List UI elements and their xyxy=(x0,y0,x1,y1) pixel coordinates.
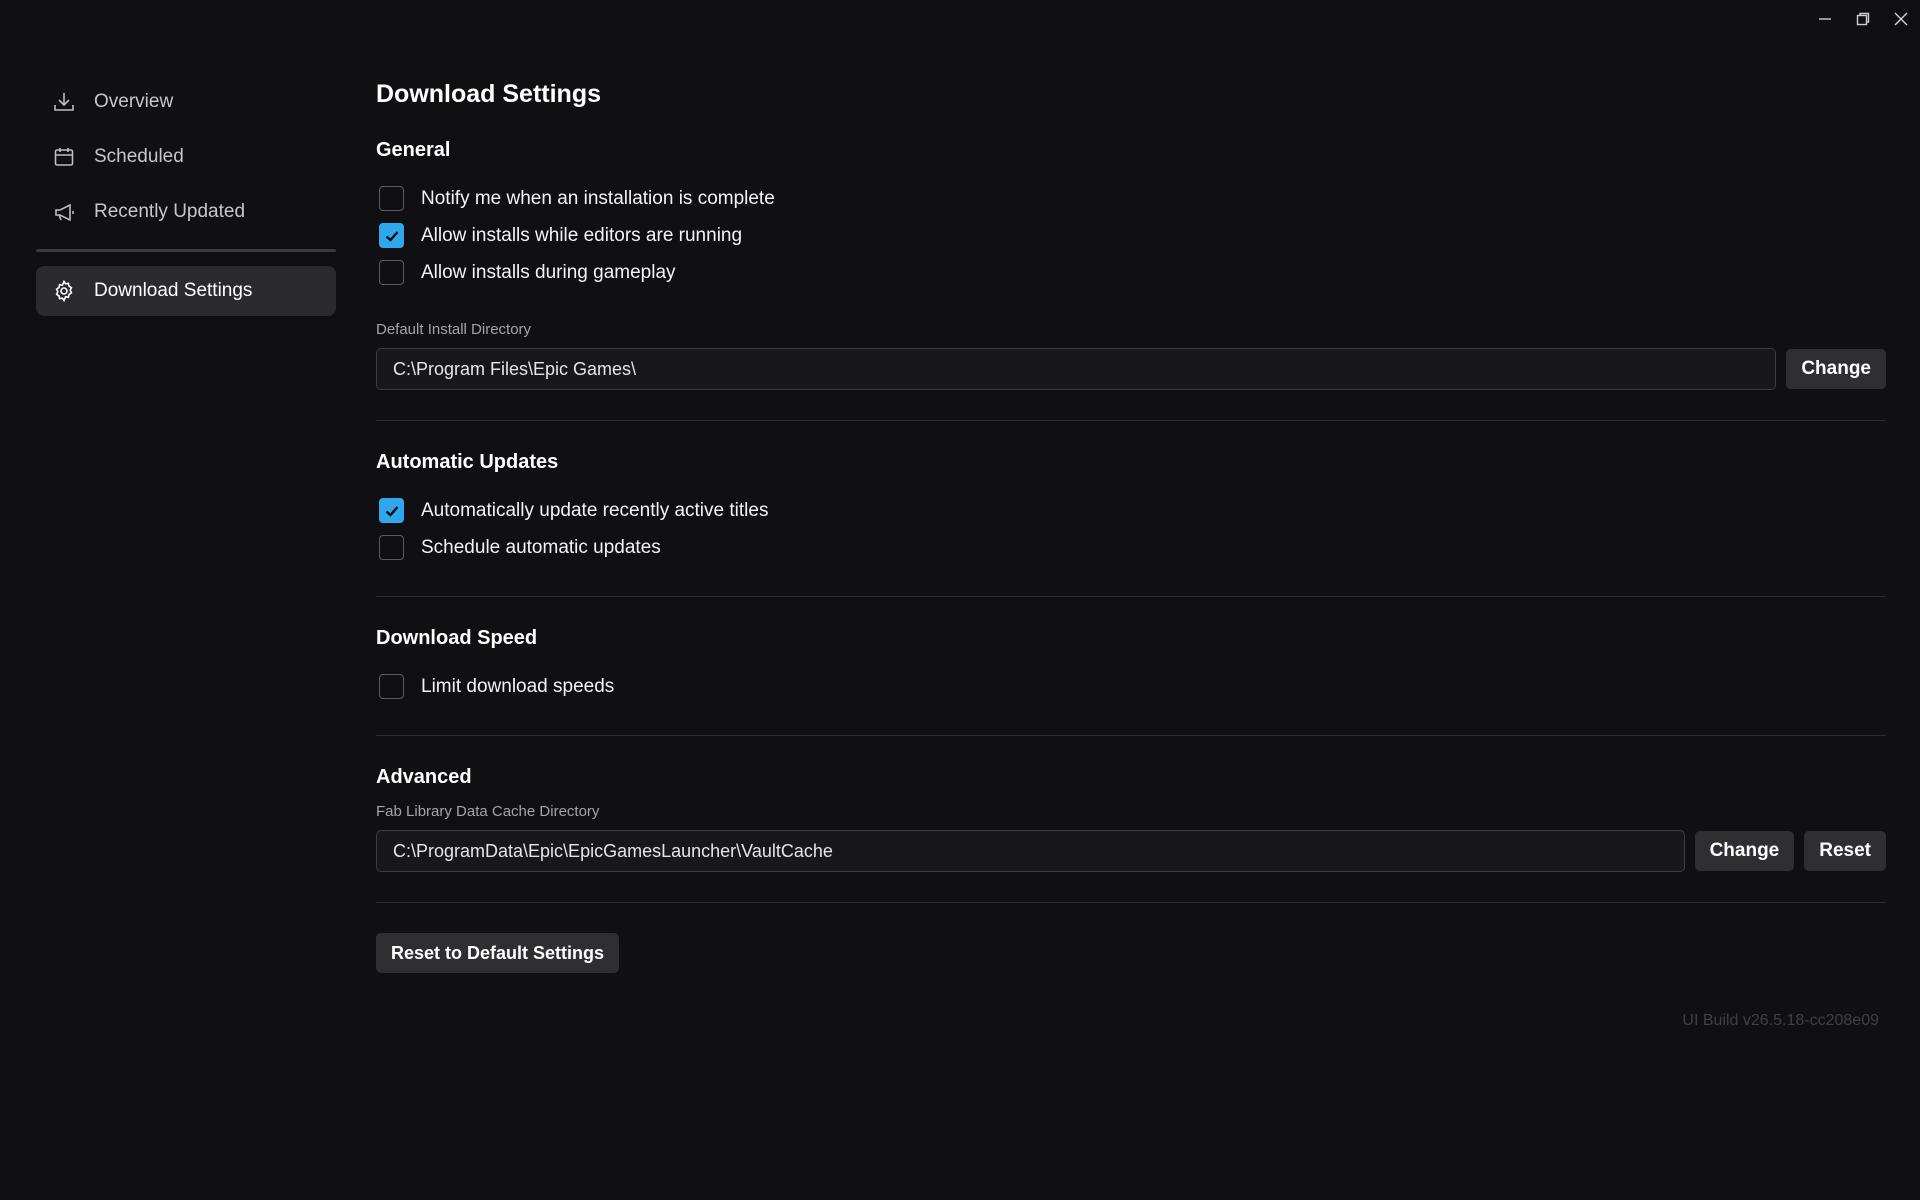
gear-icon xyxy=(50,277,78,305)
section-title-download-speed: Download Speed xyxy=(376,627,538,649)
checkbox[interactable] xyxy=(379,186,404,211)
section-title-general: General xyxy=(376,139,451,161)
change-cache-directory-button[interactable]: Change xyxy=(1694,831,1795,871)
checkbox[interactable] xyxy=(379,535,404,560)
option-allow-installs-editors-running[interactable]: Allow installs while editors are running xyxy=(376,217,1886,254)
window-controls xyxy=(1806,0,1920,40)
checkbox-label: Allow installs while editors are running xyxy=(421,224,743,246)
install-directory-input[interactable]: C:\Program Files\Epic Games\ xyxy=(376,348,1777,390)
restore-button[interactable] xyxy=(1844,0,1882,38)
install-directory-label: Default Install Directory xyxy=(376,321,532,338)
version-label: UI Build v26.5.18-cc208e09 xyxy=(1682,1012,1879,1029)
calendar-icon xyxy=(50,143,78,171)
general-section: General Notify me when an installation i… xyxy=(376,139,1886,390)
advanced-section: Advanced Fab Library Data Cache Director… xyxy=(376,766,1886,872)
sidebar-divider xyxy=(36,249,336,252)
sidebar-item-recently-updated[interactable]: Recently Updated xyxy=(36,187,336,237)
section-divider xyxy=(376,596,1886,597)
section-title-automatic-updates: Automatic Updates xyxy=(376,451,559,473)
sidebar-item-download-settings[interactable]: Download Settings xyxy=(36,266,336,316)
option-limit-download-speeds[interactable]: Limit download speeds xyxy=(376,668,1886,705)
checkbox[interactable] xyxy=(379,674,404,699)
checkmark-icon xyxy=(385,230,398,242)
cache-directory-label: Fab Library Data Cache Directory xyxy=(376,803,600,820)
option-notify-install-complete[interactable]: Notify me when an installation is comple… xyxy=(376,180,1886,217)
minimize-icon xyxy=(1819,18,1831,20)
sidebar-item-label: Scheduled xyxy=(94,146,184,167)
download-icon xyxy=(50,88,78,116)
page-title: Download Settings xyxy=(376,80,601,108)
close-icon xyxy=(1894,12,1908,26)
sidebar-item-label: Overview xyxy=(94,91,174,112)
section-title-advanced: Advanced xyxy=(376,766,472,788)
restore-icon xyxy=(1856,12,1870,26)
checkmark-icon xyxy=(385,505,398,517)
main-content: Download Settings General Notify me when… xyxy=(376,80,1886,973)
option-schedule-auto-updates[interactable]: Schedule automatic updates xyxy=(376,529,1886,566)
checkbox-label: Allow installs during gameplay xyxy=(421,261,676,283)
automatic-updates-section: Automatic Updates Automatically update r… xyxy=(376,451,1886,566)
section-divider xyxy=(376,902,1886,903)
change-install-directory-button[interactable]: Change xyxy=(1786,349,1886,389)
reset-to-default-button[interactable]: Reset to Default Settings xyxy=(376,933,620,973)
checkbox[interactable] xyxy=(379,260,404,285)
checkbox-label: Notify me when an installation is comple… xyxy=(421,187,775,209)
sidebar: Overview Scheduled Recently Updated Down… xyxy=(36,77,336,321)
checkbox-label: Limit download speeds xyxy=(421,675,615,697)
checkbox[interactable] xyxy=(379,223,404,248)
sidebar-item-label: Download Settings xyxy=(94,280,253,301)
option-allow-installs-gameplay[interactable]: Allow installs during gameplay xyxy=(376,254,1886,291)
section-divider xyxy=(376,735,1886,736)
cache-directory-input[interactable]: C:\ProgramData\Epic\EpicGamesLauncher\Va… xyxy=(376,830,1685,872)
sidebar-item-overview[interactable]: Overview xyxy=(36,77,336,127)
sidebar-item-label: Recently Updated xyxy=(94,201,246,222)
section-divider xyxy=(376,420,1886,421)
download-speed-section: Download Speed Limit download speeds xyxy=(376,627,1886,705)
checkbox[interactable] xyxy=(379,498,404,523)
option-auto-update-active-titles[interactable]: Automatically update recently active tit… xyxy=(376,492,1886,529)
sidebar-item-scheduled[interactable]: Scheduled xyxy=(36,132,336,182)
checkbox-label: Schedule automatic updates xyxy=(421,536,661,558)
megaphone-icon xyxy=(50,198,78,226)
minimize-button[interactable] xyxy=(1806,0,1844,38)
close-button[interactable] xyxy=(1882,0,1920,38)
checkbox-label: Automatically update recently active tit… xyxy=(421,499,769,521)
reset-cache-directory-button[interactable]: Reset xyxy=(1804,831,1886,871)
